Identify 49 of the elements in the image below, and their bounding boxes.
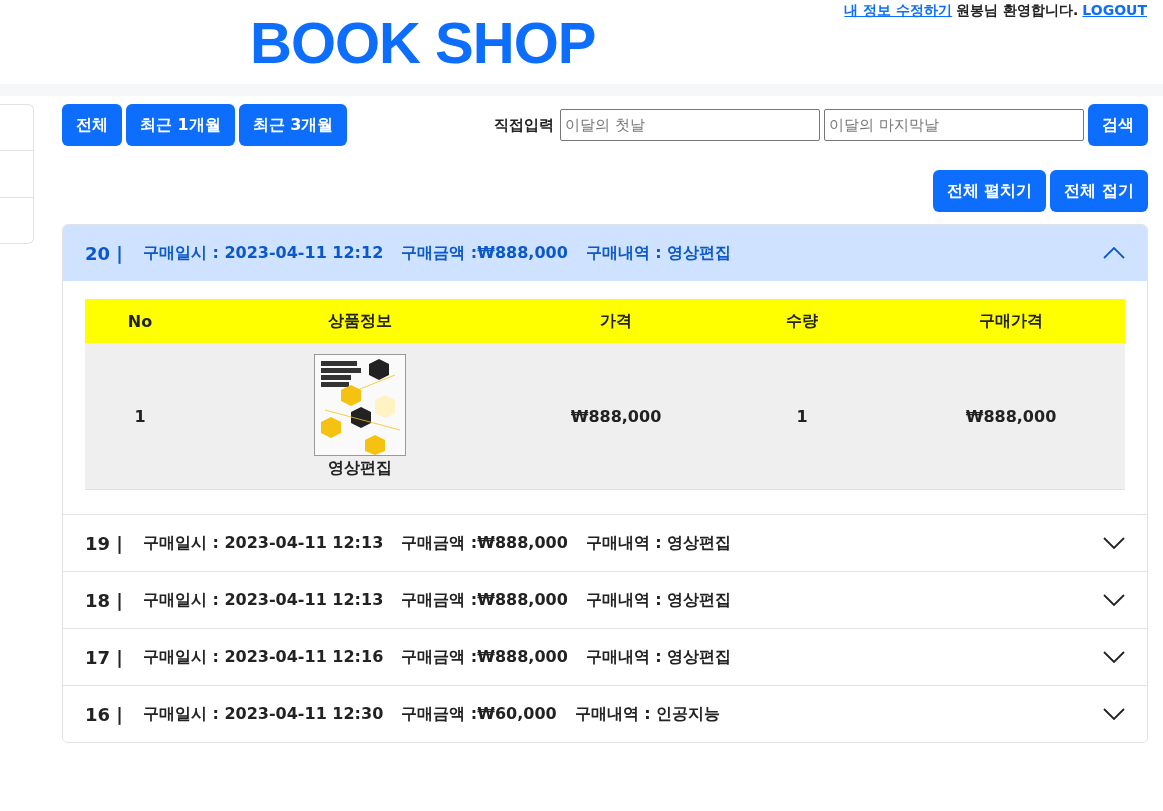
- order-amount: 구매금액 :₩60,000: [401, 703, 557, 725]
- expand-all-button[interactable]: 전체 펼치기: [932, 170, 1047, 212]
- site-title: BOOK SHOP: [250, 8, 596, 76]
- table-cell: ₩888,000: [965, 406, 1057, 426]
- table-cell: 1: [796, 406, 808, 426]
- chevron-down-icon: [1103, 594, 1125, 606]
- column-header: No: [127, 311, 153, 331]
- chevron-up-icon: [1103, 247, 1125, 259]
- order-date: 구매일시 : 2023-04-11 12:30: [142, 703, 384, 725]
- order-number: 20 |: [85, 242, 123, 264]
- order-items: 구매내역 : 영상편집: [585, 532, 732, 554]
- logout-link[interactable]: LOGOUT: [1082, 2, 1147, 20]
- column-header: 가격: [600, 310, 632, 332]
- order-amount: 구매금액 :₩888,000: [401, 646, 568, 668]
- period-button[interactable]: 최근 1개월: [126, 104, 235, 146]
- period-button[interactable]: 전체: [62, 104, 122, 146]
- table-cell: ₩888,000: [570, 406, 662, 426]
- greeting-text: 원봉님 환영합니다.: [956, 2, 1079, 20]
- order-header[interactable]: 20 | 구매일시 : 2023-04-11 12:12 구매금액 :₩888,000 구매내역 : 영상편집: [63, 225, 1147, 281]
- direct-input-label: 직접입력: [494, 115, 554, 135]
- order-amount: 구매금액 :₩888,000: [401, 242, 568, 264]
- order-date: 구매일시 : 2023-04-11 12:13: [142, 532, 384, 554]
- order-items: 구매내역 : 영상편집: [585, 589, 732, 611]
- order-items: 구매내역 : 영상편집: [585, 646, 732, 668]
- start-date-field[interactable]: 이달의 첫날: [560, 109, 820, 141]
- order-date: 구매일시 : 2023-04-11 12:13: [142, 589, 384, 611]
- order-amount: 구매금액 :₩888,000: [401, 532, 568, 554]
- order-items: 구매내역 : 영상편집: [585, 242, 732, 264]
- table-cell: 1: [134, 406, 146, 426]
- order-number: 18 |: [85, 589, 123, 611]
- order-items: 구매내역 : 인공지능: [574, 703, 721, 725]
- collapse-all-button[interactable]: 전체 접기: [1050, 170, 1148, 212]
- chevron-down-icon: [1103, 708, 1125, 720]
- order-date: 구매일시 : 2023-04-11 12:16: [142, 646, 384, 668]
- order-amount: 구매금액 :₩888,000: [401, 589, 568, 611]
- order-number: 19 |: [85, 532, 123, 554]
- order-date: 구매일시 : 2023-04-11 12:12: [142, 242, 384, 264]
- column-header: 수량: [786, 310, 818, 332]
- order-number: 17 |: [85, 646, 123, 668]
- profile-link[interactable]: 내 정보 수정하기: [844, 2, 953, 20]
- column-header: 구매가격: [979, 310, 1043, 332]
- order-number: 16 |: [85, 703, 123, 725]
- period-button[interactable]: 최근 3개월: [238, 104, 348, 146]
- chevron-down-icon: [1103, 651, 1125, 663]
- chevron-down-icon: [1103, 537, 1125, 549]
- product-name: 영상편집: [328, 457, 392, 479]
- column-header: 상품정보: [328, 310, 392, 332]
- search-button[interactable]: 검색: [1088, 104, 1148, 146]
- end-date-field[interactable]: 이달의 마지막날: [824, 109, 1084, 141]
